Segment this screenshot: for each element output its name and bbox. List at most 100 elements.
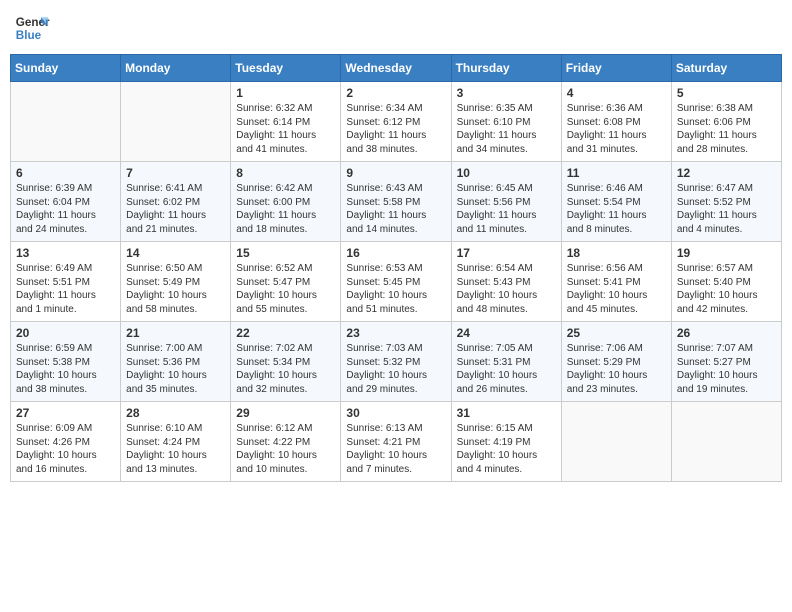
calendar-cell: 9 Sunrise: 6:43 AMSunset: 5:58 PMDaylight… (341, 162, 451, 242)
day-number: 28 (126, 406, 225, 420)
day-info: Sunrise: 7:07 AMSunset: 5:27 PMDaylight:… (677, 342, 776, 396)
calendar-cell: 18 Sunrise: 6:56 AMSunset: 5:41 PMDayligh… (561, 242, 671, 322)
day-info: Sunrise: 6:56 AMSunset: 5:41 PMDaylight:… (567, 262, 666, 316)
header-tuesday: Tuesday (231, 55, 341, 82)
day-info: Sunrise: 6:38 AMSunset: 6:06 PMDaylight:… (677, 102, 776, 156)
calendar-cell: 13Sunrise: 6:49 AMSunset: 5:51 PMDayligh… (11, 242, 121, 322)
day-info: Sunrise: 6:12 AMSunset: 4:22 PMDaylight:… (236, 422, 335, 476)
calendar-week-row: 13Sunrise: 6:49 AMSunset: 5:51 PMDayligh… (11, 242, 782, 322)
day-info: Sunrise: 7:05 AMSunset: 5:31 PMDaylight:… (457, 342, 556, 396)
day-number: 20 (16, 326, 115, 340)
svg-text:Blue: Blue (16, 29, 42, 42)
calendar-week-row: 6 Sunrise: 6:39 AMSunset: 6:04 PMDaylight… (11, 162, 782, 242)
calendar-cell: 5 Sunrise: 6:38 AMSunset: 6:06 PMDaylight… (671, 82, 781, 162)
day-number: 15 (236, 246, 335, 260)
day-info: Sunrise: 6:59 AMSunset: 5:38 PMDaylight:… (16, 342, 115, 396)
header-thursday: Thursday (451, 55, 561, 82)
calendar-cell: 21Sunrise: 7:00 AMSunset: 5:36 PMDayligh… (121, 322, 231, 402)
day-number: 9 (346, 166, 445, 180)
logo: General Blue (14, 10, 50, 46)
calendar-cell: 30 Sunrise: 6:13 AMSunset: 4:21 PMDayligh… (341, 402, 451, 482)
calendar-week-row: 20 Sunrise: 6:59 AMSunset: 5:38 PMDayligh… (11, 322, 782, 402)
day-number: 12 (677, 166, 776, 180)
day-number: 14 (126, 246, 225, 260)
day-number: 26 (677, 326, 776, 340)
day-number: 23 (346, 326, 445, 340)
day-info: Sunrise: 6:15 AMSunset: 4:19 PMDaylight:… (457, 422, 556, 476)
calendar-cell: 12 Sunrise: 6:47 AMSunset: 5:52 PMDayligh… (671, 162, 781, 242)
day-info: Sunrise: 7:06 AMSunset: 5:29 PMDaylight:… (567, 342, 666, 396)
day-number: 18 (567, 246, 666, 260)
day-info: Sunrise: 6:47 AMSunset: 5:52 PMDaylight:… (677, 182, 776, 236)
calendar-cell (11, 82, 121, 162)
day-info: Sunrise: 6:10 AMSunset: 4:24 PMDaylight:… (126, 422, 225, 476)
header-monday: Monday (121, 55, 231, 82)
day-number: 31 (457, 406, 556, 420)
calendar-cell: 8 Sunrise: 6:42 AMSunset: 6:00 PMDaylight… (231, 162, 341, 242)
day-number: 2 (346, 86, 445, 100)
calendar-cell: 16 Sunrise: 6:53 AMSunset: 5:45 PMDayligh… (341, 242, 451, 322)
calendar-cell: 22Sunrise: 7:02 AMSunset: 5:34 PMDayligh… (231, 322, 341, 402)
day-number: 3 (457, 86, 556, 100)
day-info: Sunrise: 6:43 AMSunset: 5:58 PMDaylight:… (346, 182, 445, 236)
day-info: Sunrise: 6:13 AMSunset: 4:21 PMDaylight:… (346, 422, 445, 476)
calendar-week-row: 27Sunrise: 6:09 AMSunset: 4:26 PMDayligh… (11, 402, 782, 482)
day-number: 17 (457, 246, 556, 260)
calendar-cell: 29Sunrise: 6:12 AMSunset: 4:22 PMDayligh… (231, 402, 341, 482)
day-info: Sunrise: 6:50 AMSunset: 5:49 PMDaylight:… (126, 262, 225, 316)
day-info: Sunrise: 6:35 AMSunset: 6:10 PMDaylight:… (457, 102, 556, 156)
day-info: Sunrise: 6:49 AMSunset: 5:51 PMDaylight:… (16, 262, 115, 316)
day-info: Sunrise: 6:42 AMSunset: 6:00 PMDaylight:… (236, 182, 335, 236)
day-number: 19 (677, 246, 776, 260)
day-info: Sunrise: 6:32 AMSunset: 6:14 PMDaylight:… (236, 102, 335, 156)
header-sunday: Sunday (11, 55, 121, 82)
day-number: 1 (236, 86, 335, 100)
calendar-cell: 10Sunrise: 6:45 AMSunset: 5:56 PMDayligh… (451, 162, 561, 242)
day-number: 4 (567, 86, 666, 100)
day-info: Sunrise: 6:53 AMSunset: 5:45 PMDaylight:… (346, 262, 445, 316)
day-number: 6 (16, 166, 115, 180)
calendar-cell: 31 Sunrise: 6:15 AMSunset: 4:19 PMDayligh… (451, 402, 561, 482)
header-saturday: Saturday (671, 55, 781, 82)
day-info: Sunrise: 6:39 AMSunset: 6:04 PMDaylight:… (16, 182, 115, 236)
logo-icon: General Blue (14, 10, 50, 46)
calendar-cell (671, 402, 781, 482)
header-wednesday: Wednesday (341, 55, 451, 82)
day-number: 7 (126, 166, 225, 180)
day-info: Sunrise: 6:45 AMSunset: 5:56 PMDaylight:… (457, 182, 556, 236)
calendar-cell: 14 Sunrise: 6:50 AMSunset: 5:49 PMDayligh… (121, 242, 231, 322)
calendar-cell: 17 Sunrise: 6:54 AMSunset: 5:43 PMDayligh… (451, 242, 561, 322)
day-info: Sunrise: 7:02 AMSunset: 5:34 PMDaylight:… (236, 342, 335, 396)
calendar-cell: 24 Sunrise: 7:05 AMSunset: 5:31 PMDayligh… (451, 322, 561, 402)
calendar-cell: 11 Sunrise: 6:46 AMSunset: 5:54 PMDayligh… (561, 162, 671, 242)
day-info: Sunrise: 6:52 AMSunset: 5:47 PMDaylight:… (236, 262, 335, 316)
calendar-cell: 23 Sunrise: 7:03 AMSunset: 5:32 PMDayligh… (341, 322, 451, 402)
day-info: Sunrise: 6:34 AMSunset: 6:12 PMDaylight:… (346, 102, 445, 156)
day-info: Sunrise: 6:36 AMSunset: 6:08 PMDaylight:… (567, 102, 666, 156)
calendar-cell: 1 Sunrise: 6:32 AMSunset: 6:14 PMDaylight… (231, 82, 341, 162)
day-info: Sunrise: 6:09 AMSunset: 4:26 PMDaylight:… (16, 422, 115, 476)
calendar-cell: 20 Sunrise: 6:59 AMSunset: 5:38 PMDayligh… (11, 322, 121, 402)
calendar-cell (121, 82, 231, 162)
calendar-cell: 28 Sunrise: 6:10 AMSunset: 4:24 PMDayligh… (121, 402, 231, 482)
day-info: Sunrise: 6:41 AMSunset: 6:02 PMDaylight:… (126, 182, 225, 236)
day-info: Sunrise: 6:54 AMSunset: 5:43 PMDaylight:… (457, 262, 556, 316)
day-info: Sunrise: 7:03 AMSunset: 5:32 PMDaylight:… (346, 342, 445, 396)
calendar-cell: 7 Sunrise: 6:41 AMSunset: 6:02 PMDaylight… (121, 162, 231, 242)
day-number: 11 (567, 166, 666, 180)
day-info: Sunrise: 6:57 AMSunset: 5:40 PMDaylight:… (677, 262, 776, 316)
day-number: 5 (677, 86, 776, 100)
calendar-week-row: 1 Sunrise: 6:32 AMSunset: 6:14 PMDaylight… (11, 82, 782, 162)
day-info: Sunrise: 6:46 AMSunset: 5:54 PMDaylight:… (567, 182, 666, 236)
header-friday: Friday (561, 55, 671, 82)
day-number: 24 (457, 326, 556, 340)
day-number: 8 (236, 166, 335, 180)
day-info: Sunrise: 7:00 AMSunset: 5:36 PMDaylight:… (126, 342, 225, 396)
calendar-cell: 15 Sunrise: 6:52 AMSunset: 5:47 PMDayligh… (231, 242, 341, 322)
day-number: 30 (346, 406, 445, 420)
calendar-cell: 4 Sunrise: 6:36 AMSunset: 6:08 PMDaylight… (561, 82, 671, 162)
day-number: 16 (346, 246, 445, 260)
calendar-header-row: SundayMondayTuesdayWednesdayThursdayFrid… (11, 55, 782, 82)
page-header: General Blue (10, 10, 782, 46)
calendar-cell: 26 Sunrise: 7:07 AMSunset: 5:27 PMDayligh… (671, 322, 781, 402)
